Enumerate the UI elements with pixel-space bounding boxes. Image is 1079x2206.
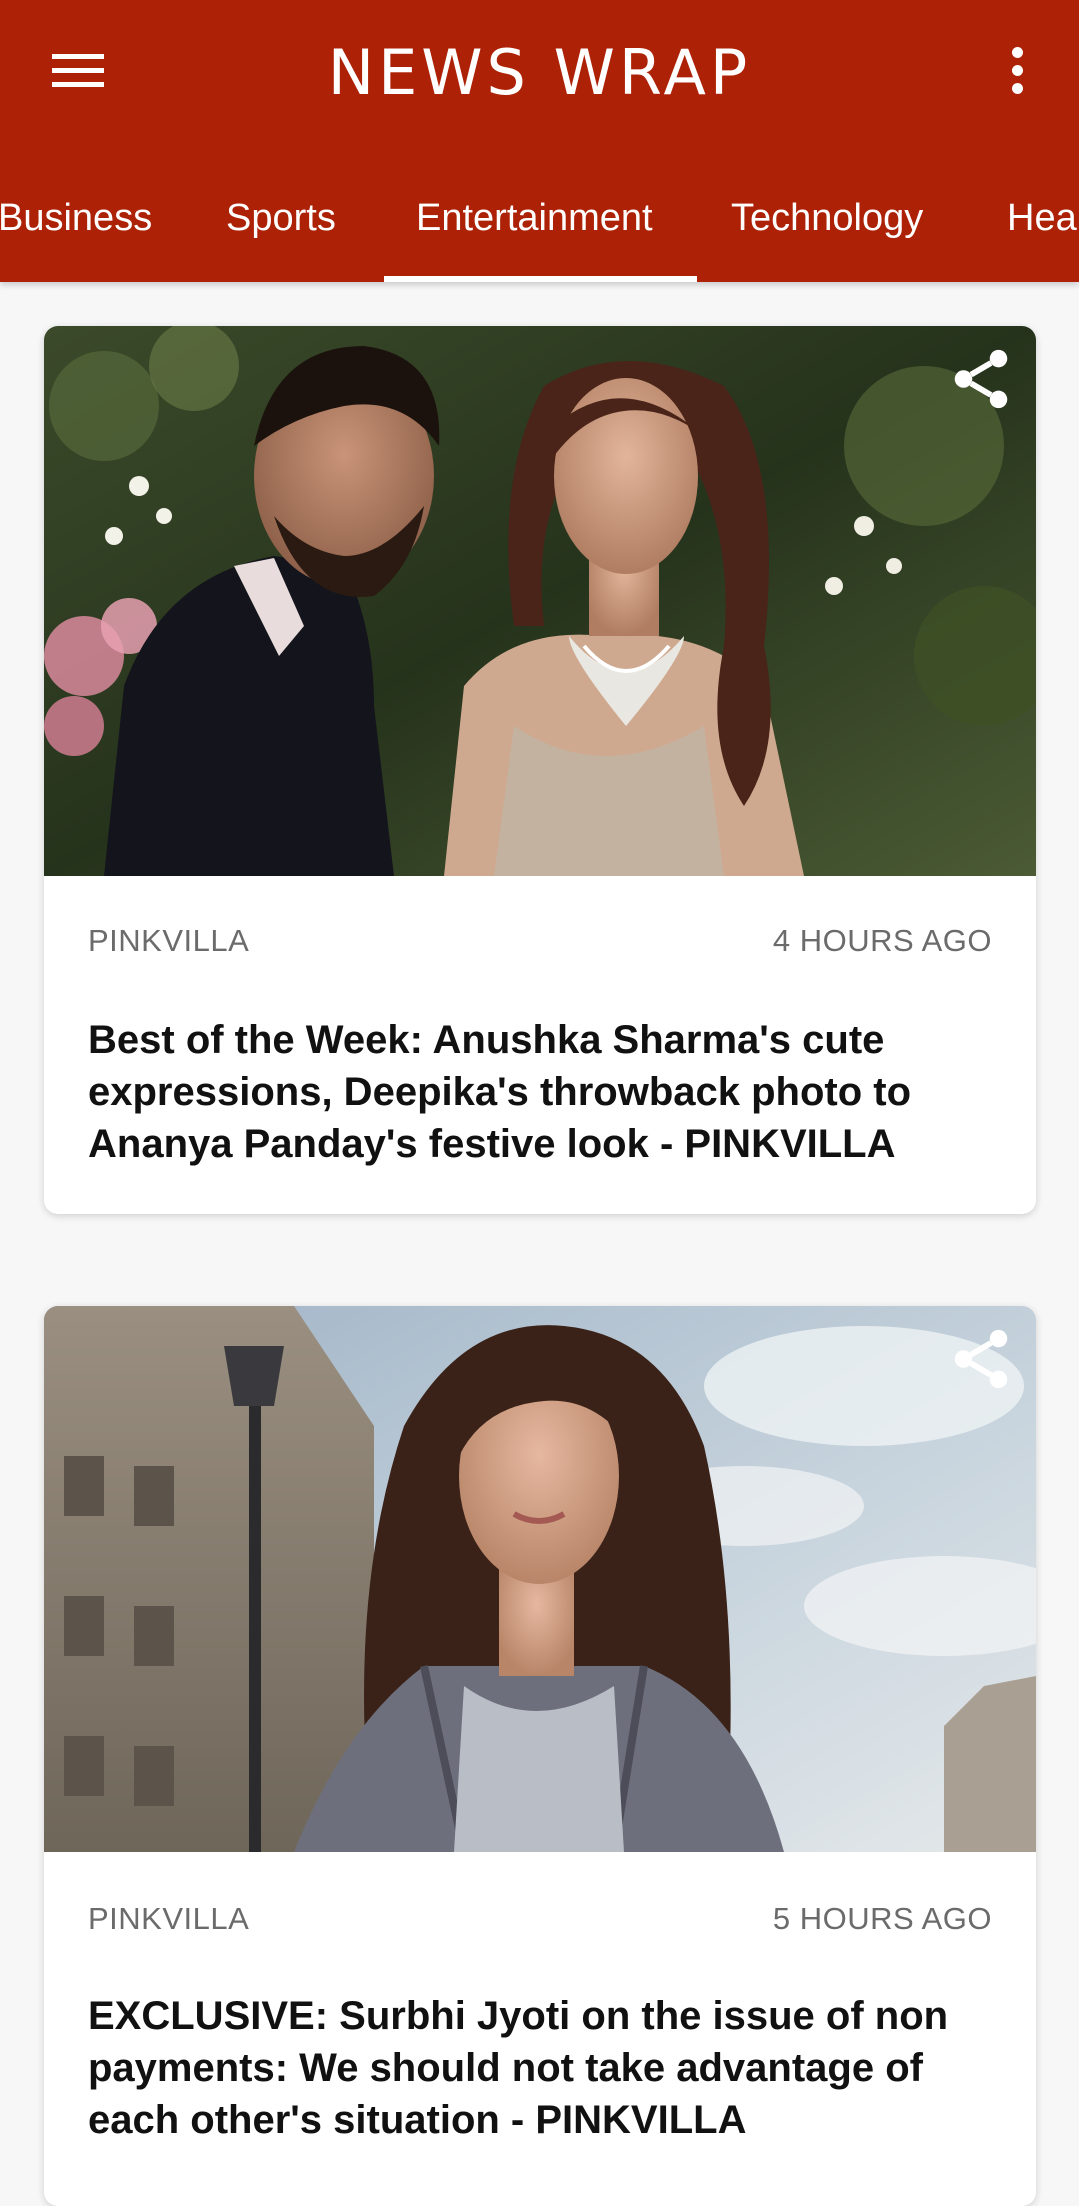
article-source: PINKVILLA — [88, 923, 250, 958]
tab-technology[interactable]: Technology — [731, 180, 923, 282]
more-dot — [1011, 46, 1023, 58]
article-image[interactable] — [44, 1306, 1036, 1852]
article-photo — [44, 326, 1036, 876]
article-source: PINKVILLA — [88, 1901, 250, 1936]
more-vertical-icon[interactable] — [979, 32, 1055, 108]
article-timestamp: 5 HOURS AGO — [772, 1901, 992, 1936]
article-timestamp: 4 HOURS AGO — [772, 923, 992, 958]
tab-sports[interactable]: Sports — [226, 180, 336, 282]
article-card[interactable]: PINKVILLA 5 HOURS AGO EXCLUSIVE: Surbhi … — [44, 1306, 1036, 2206]
tab-health[interactable]: Hea — [1007, 180, 1077, 282]
tab-entertainment[interactable]: Entertainment — [416, 180, 653, 282]
active-tab-indicator — [384, 276, 697, 282]
category-tab-bar[interactable]: Business Sports Entertainment Technology… — [0, 180, 1079, 282]
more-dot — [1011, 82, 1023, 94]
article-headline[interactable]: EXCLUSIVE: Surbhi Jyoti on the issue of … — [88, 1990, 996, 2146]
article-photo — [44, 1306, 1036, 1852]
article-image[interactable] — [44, 326, 1036, 876]
tab-business[interactable]: Business — [0, 180, 152, 282]
share-icon[interactable] — [946, 344, 1016, 414]
app-bar: NEWS WRAP Business Sports Entertainment … — [0, 0, 1079, 282]
article-headline[interactable]: Best of the Week: Anushka Sharma's cute … — [88, 1014, 996, 1170]
share-icon[interactable] — [946, 1324, 1016, 1394]
app-title: NEWS WRAP — [327, 36, 752, 109]
more-dot — [1011, 64, 1023, 76]
article-card[interactable]: PINKVILLA 4 HOURS AGO Best of the Week: … — [44, 326, 1036, 1214]
